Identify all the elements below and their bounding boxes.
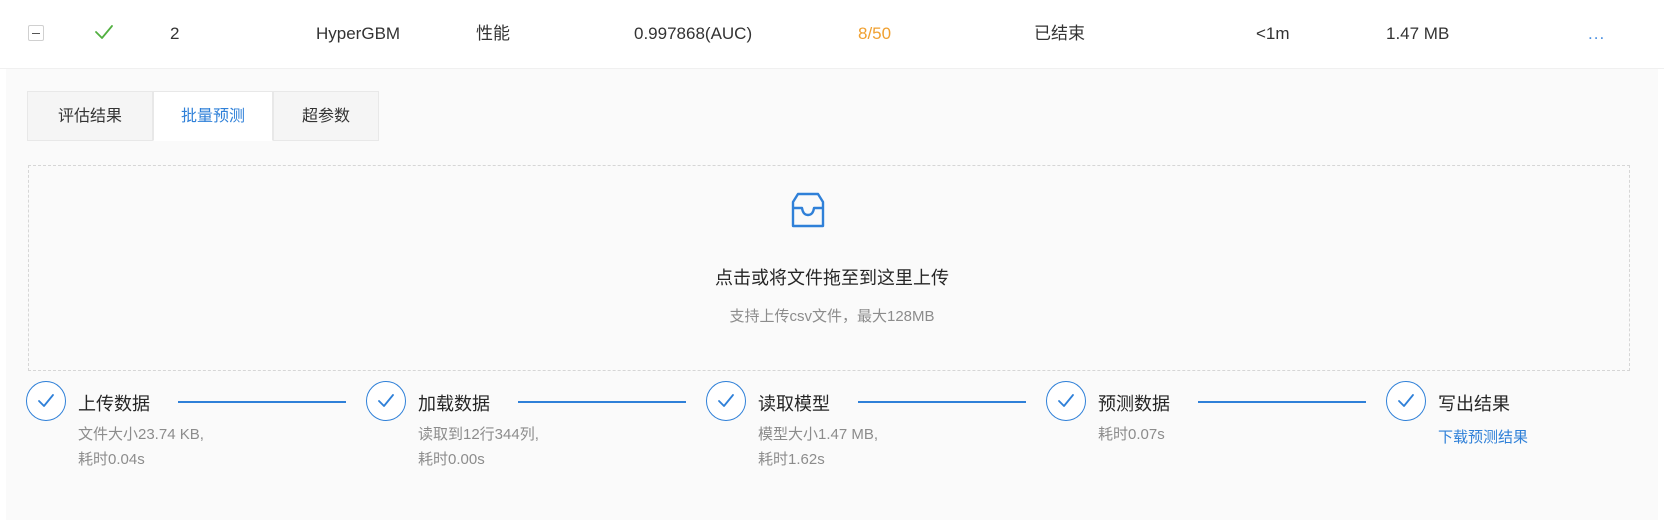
check-icon [95,25,113,39]
step-read-model-time: 耗时1.62s [758,451,825,468]
step-load-desc: 读取到12行344列, [418,426,539,443]
row-status: 已结束 [1034,24,1085,43]
step-upload-title: 上传数据 [78,394,150,414]
row-index: 2 [170,24,180,43]
collapse-row-button[interactable] [28,25,44,41]
step-upload-time: 耗时0.04s [78,451,145,468]
step-predict-title: 预测数据 [1098,394,1170,414]
step-read-model-icon [706,381,746,421]
row-mode: 性能 [476,24,510,43]
step-upload-desc: 文件大小23.74 KB, [78,426,204,443]
step-connector [1198,401,1366,403]
step-connector [518,401,686,403]
table-row: 2 HyperGBM 性能 0.997868(AUC) 8/50 已结束 <1m… [0,0,1664,69]
tab-batch-predict[interactable]: 批量预测 [153,91,273,141]
download-results-link[interactable]: 下载预测结果 [1438,426,1528,447]
row-score: 0.997868(AUC) [634,24,753,43]
row-trials: 8/50 [858,24,892,43]
expanded-panel: 评估结果 批量预测 超参数 点击或将文件拖至到这里上传 支持上传csv文件，最大… [6,69,1658,520]
row-more-button[interactable]: ... [1588,0,1605,68]
tab-evaluation[interactable]: 评估结果 [27,91,153,141]
step-predict-icon [1046,381,1086,421]
step-write-icon [1386,381,1426,421]
step-connector [178,401,346,403]
row-duration: <1m [1256,24,1290,43]
row-size: 1.47 MB [1386,24,1450,43]
upload-text: 点击或将文件拖至到这里上传 [715,268,949,288]
step-load-icon [366,381,406,421]
step-upload-icon [26,381,66,421]
tab-hyperparams[interactable]: 超参数 [273,91,379,141]
inbox-icon [791,192,825,228]
upload-hint: 支持上传csv文件，最大128MB [729,308,935,325]
step-read-model-desc: 模型大小1.47 MB, [758,426,879,443]
step-read-model-title: 读取模型 [758,394,830,414]
row-framework: HyperGBM [316,24,401,43]
step-predict-time: 耗时0.07s [1098,426,1165,443]
step-write-title: 写出结果 [1438,394,1510,414]
step-load-time: 耗时0.00s [418,451,485,468]
step-load-title: 加载数据 [418,394,490,414]
step-connector [858,401,1026,403]
